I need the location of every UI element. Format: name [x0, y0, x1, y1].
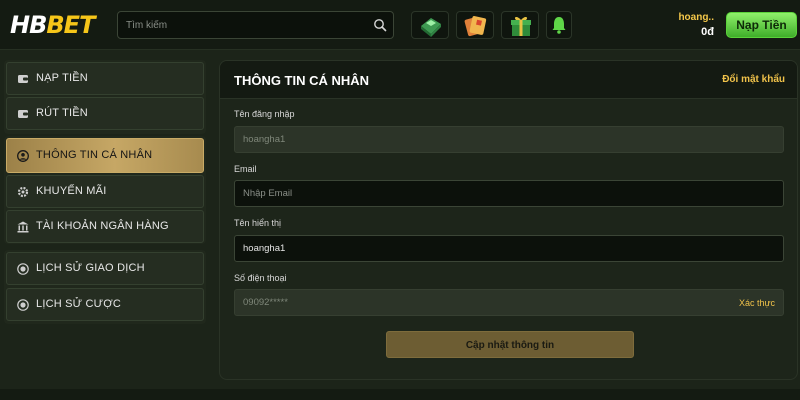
update-info-button[interactable]: Cập nhật thông tin — [386, 331, 634, 358]
sidebar-item-promotions[interactable]: KHUYẾN MÃI — [6, 175, 204, 208]
gift-card-icon — [464, 16, 487, 37]
sidebar-item-label: RÚT TIỀN — [36, 107, 88, 119]
bottom-bar — [0, 389, 800, 400]
username-field-label: Tên đăng nhập — [234, 109, 295, 119]
sidebar-item-deposit[interactable]: NẠP TIỀN — [6, 62, 204, 95]
gem-box-button[interactable] — [411, 11, 449, 39]
verify-phone-link[interactable]: Xác thực — [739, 298, 775, 308]
notification-button[interactable] — [546, 11, 572, 39]
display-name-input[interactable] — [235, 236, 783, 261]
phone-field: Xác thực — [234, 289, 784, 316]
user-icon — [17, 150, 29, 162]
logo-bet-text: BET — [46, 11, 95, 39]
balance-label: 0đ — [701, 26, 714, 38]
search-box[interactable] — [117, 11, 394, 39]
search-input[interactable] — [118, 12, 368, 38]
page-title: THÔNG TIN CÁ NHÂN — [234, 73, 370, 88]
sidebar-item-label: LỊCH SỬ GIAO DỊCH — [36, 262, 145, 274]
top-header: HBBET Tìm kiếm hoang.. 0đ Nạp Tiền — [0, 0, 800, 50]
coin-history-icon — [17, 263, 29, 275]
sidebar-item-profile[interactable]: THÔNG TIN CÁ NHÂN — [6, 138, 204, 173]
wallet-icon — [18, 110, 28, 118]
bank-icon — [17, 221, 29, 233]
sidebar-item-label: NẠP TIỀN — [36, 72, 88, 84]
sidebar-item-label: TÀI KHOẢN NGÂN HÀNG — [36, 220, 169, 232]
gem-box-icon — [421, 18, 441, 37]
logo[interactable]: HBBET — [10, 11, 95, 39]
change-password-link[interactable]: Đổi mật khẩu — [722, 74, 785, 85]
display-name-field[interactable] — [234, 235, 784, 262]
sidebar-item-transaction-history[interactable]: LỊCH SỬ GIAO DỊCH — [6, 252, 204, 285]
sidebar-item-label: LỊCH SỬ CƯỢC — [36, 298, 122, 310]
sidebar-item-bet-history[interactable]: LỊCH SỬ CƯỢC — [6, 288, 204, 321]
display-name-field-label: Tên hiển thị — [234, 218, 282, 228]
sidebar-item-bank-account[interactable]: TÀI KHOẢN NGÂN HÀNG — [6, 210, 204, 243]
search-icon[interactable] — [373, 18, 387, 32]
gift-box-icon — [511, 16, 531, 36]
gear-icon — [17, 186, 29, 198]
sidebar-item-label: KHUYẾN MÃI — [36, 185, 107, 197]
username-field — [234, 126, 784, 153]
sidebar-item-withdraw[interactable]: RÚT TIỀN — [6, 97, 204, 130]
email-input[interactable] — [235, 181, 783, 206]
username-label[interactable]: hoang.. — [678, 12, 714, 23]
deposit-button[interactable]: Nạp Tiền — [726, 12, 797, 38]
phone-input — [235, 290, 783, 315]
username-input — [235, 127, 783, 152]
sidebar-item-label: THÔNG TIN CÁ NHÂN — [36, 149, 153, 161]
phone-field-label: Số điện thoại — [234, 273, 287, 283]
panel-header: THÔNG TIN CÁ NHÂN Đổi mật khẩu — [220, 61, 797, 99]
email-field[interactable] — [234, 180, 784, 207]
bell-icon — [552, 17, 566, 34]
gift-box-button[interactable] — [501, 11, 539, 39]
profile-panel: THÔNG TIN CÁ NHÂN Đổi mật khẩu Tên đăng … — [219, 60, 798, 380]
logo-hb-text: HB — [10, 11, 47, 39]
email-field-label: Email — [234, 164, 257, 174]
wallet-icon — [18, 75, 28, 83]
gift-card-button[interactable] — [456, 11, 494, 39]
coin-history-icon — [17, 299, 29, 311]
